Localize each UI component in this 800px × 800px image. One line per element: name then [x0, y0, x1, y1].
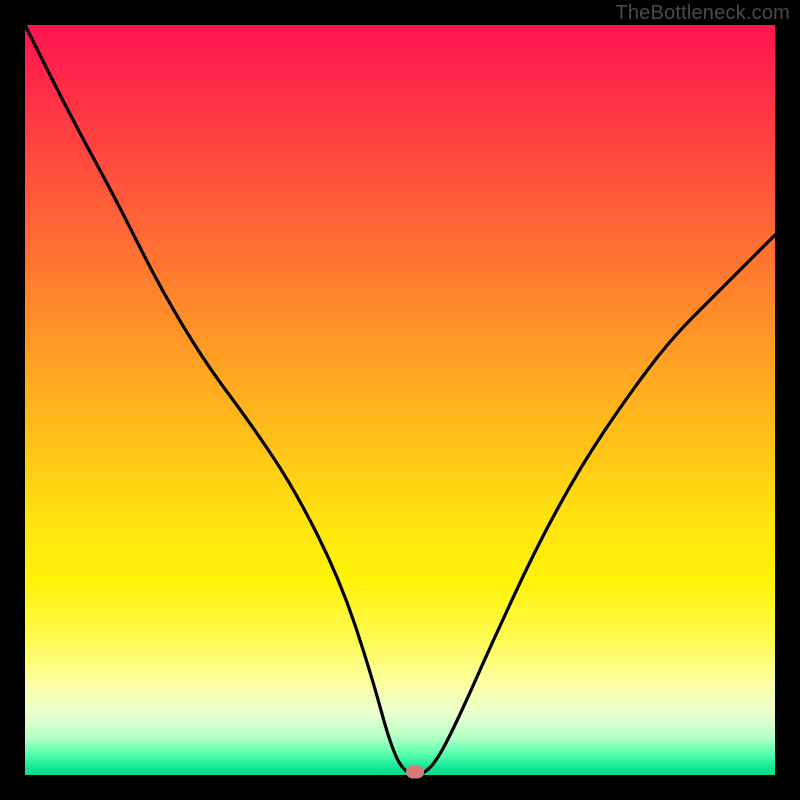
plot-area: [25, 25, 775, 775]
curve-path: [25, 25, 775, 775]
chart-frame: TheBottleneck.com: [0, 0, 800, 800]
watermark-text: TheBottleneck.com: [615, 2, 790, 25]
bottleneck-curve: [25, 25, 775, 775]
min-marker: [406, 766, 424, 779]
